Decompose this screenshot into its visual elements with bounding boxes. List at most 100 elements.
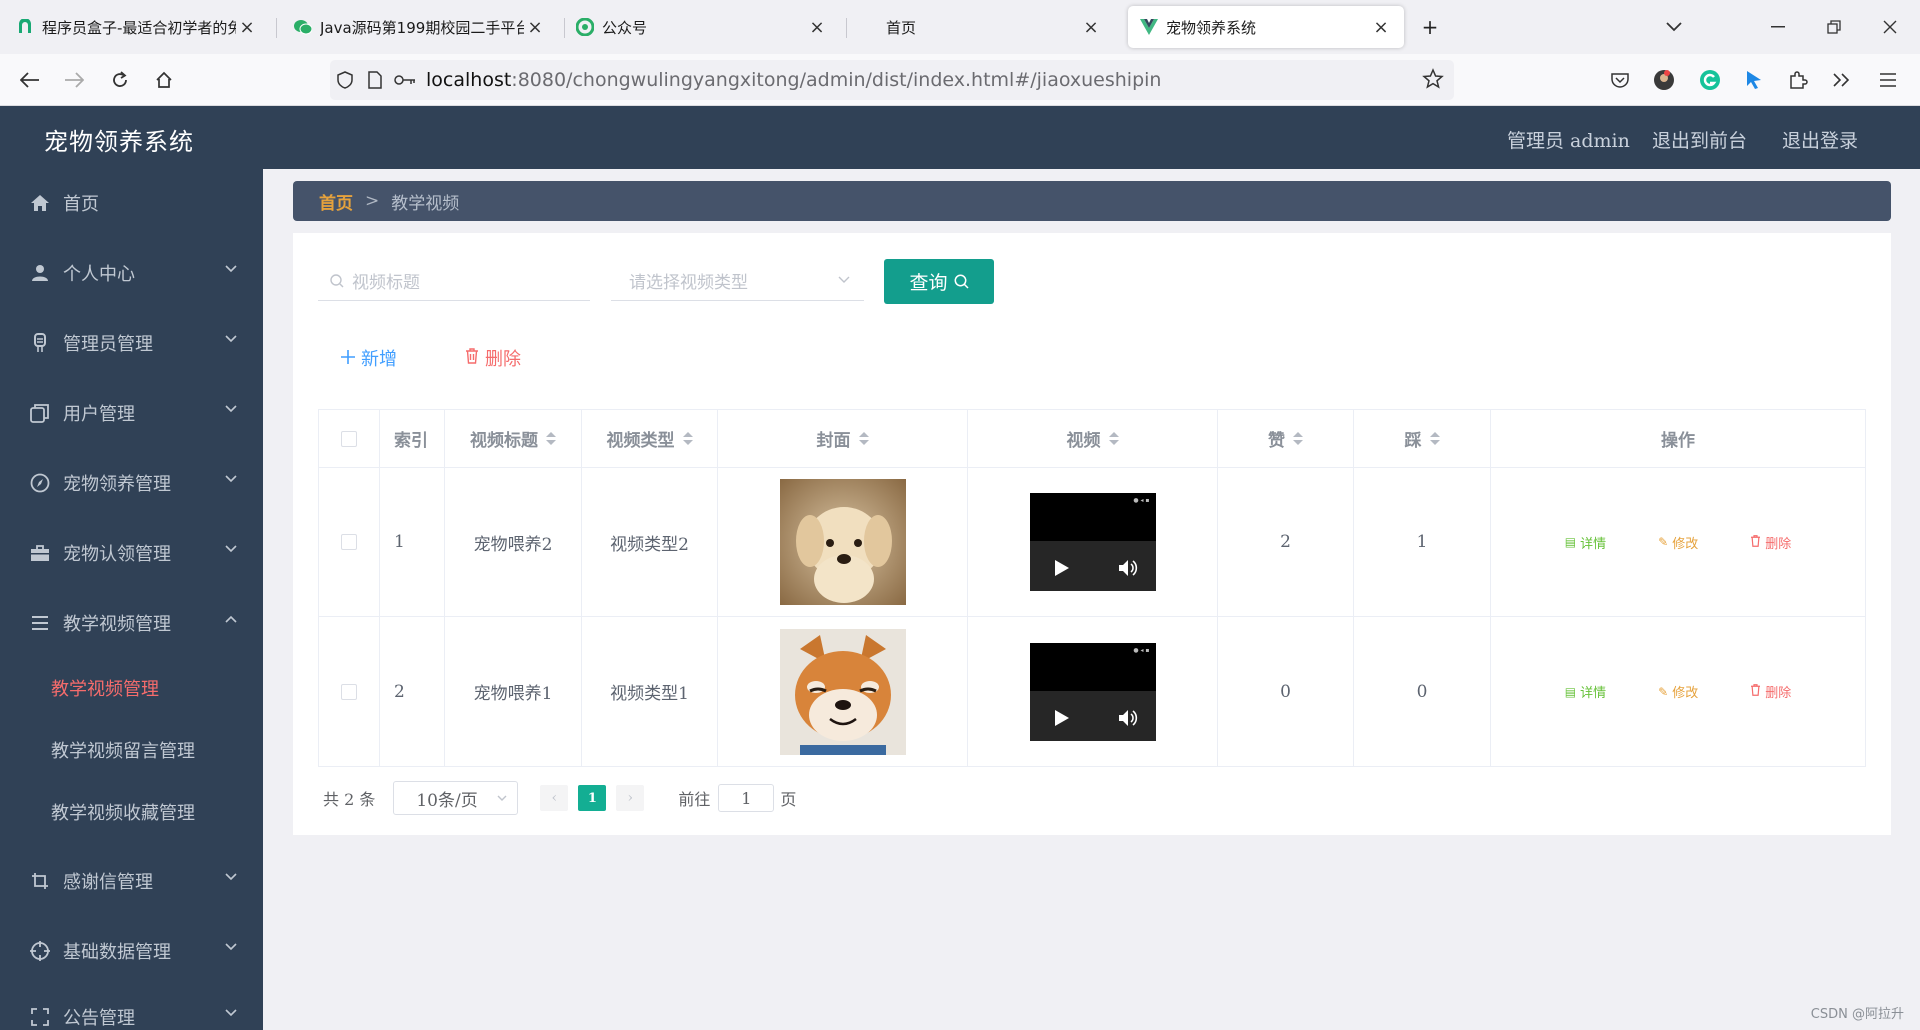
delete-button[interactable]: 删除 bbox=[1750, 533, 1791, 552]
sidebar-item-announcement[interactable]: 公告管理 bbox=[0, 989, 263, 1030]
row-checkbox[interactable] bbox=[341, 534, 357, 550]
mini-program-icon bbox=[576, 18, 594, 36]
volume-icon[interactable] bbox=[1118, 559, 1138, 577]
edit-button[interactable]: ✎ 修改 bbox=[1658, 682, 1699, 702]
url-text[interactable]: localhost:8080/chongwulingyangxitong/adm… bbox=[426, 69, 1161, 91]
volume-icon[interactable] bbox=[1118, 709, 1138, 727]
goto-page-input[interactable]: 1 bbox=[718, 784, 775, 812]
home-icon[interactable] bbox=[146, 62, 182, 98]
sidebar-item-base-data[interactable]: 基础数据管理 bbox=[0, 923, 263, 979]
chevron-down-icon bbox=[225, 873, 237, 881]
back-arrow-icon[interactable] bbox=[12, 62, 48, 98]
page-size-select[interactable]: 10条/页 bbox=[393, 781, 519, 815]
sort-icon[interactable] bbox=[1429, 432, 1440, 445]
restore-button[interactable] bbox=[1814, 10, 1854, 44]
url-bar[interactable]: localhost:8080/chongwulingyangxitong/adm… bbox=[330, 60, 1454, 100]
col-dislike[interactable]: 踩 bbox=[1354, 410, 1491, 467]
cursor-extension-icon[interactable] bbox=[1736, 62, 1772, 98]
col-type[interactable]: 视频类型 bbox=[582, 410, 718, 467]
row-select-cell bbox=[319, 617, 380, 766]
browser-tab-active[interactable]: 宠物领养系统 × bbox=[1128, 6, 1404, 48]
overflow-chevron-icon[interactable] bbox=[1824, 62, 1860, 98]
select-all-checkbox[interactable] bbox=[341, 430, 357, 447]
detail-button[interactable]: ▤ 详情 bbox=[1565, 682, 1606, 702]
col-cover[interactable]: 封面 bbox=[718, 410, 968, 467]
video-status-icon: ● ◂ ▪ bbox=[1133, 646, 1150, 654]
sidebar-subitem-video-comments[interactable]: 教学视频留言管理 bbox=[0, 725, 263, 775]
browser-tab[interactable]: 公众号 × bbox=[564, 6, 840, 48]
edit-label: 修改 bbox=[1672, 686, 1699, 701]
page-icon[interactable] bbox=[360, 60, 390, 100]
play-icon[interactable] bbox=[1054, 559, 1070, 577]
browser-tab[interactable]: Java源码第199期校园二手平台 × bbox=[282, 6, 558, 48]
sidebar-item-home[interactable]: 首页 bbox=[0, 175, 263, 231]
sidebar-item-admin-manage[interactable]: 管理员管理 bbox=[0, 315, 263, 371]
sidebar-item-pet-claim[interactable]: 宠物认领管理 bbox=[0, 525, 263, 581]
grammarly-icon[interactable] bbox=[1692, 62, 1728, 98]
app-header: 宠物领养系统 管理员 admin 退出到前台 退出登录 bbox=[0, 106, 1920, 169]
close-icon[interactable]: × bbox=[236, 17, 258, 38]
col-title[interactable]: 视频标题 bbox=[445, 410, 582, 467]
sidebar-item-user-manage[interactable]: 用户管理 bbox=[0, 385, 263, 441]
minimize-button[interactable] bbox=[1758, 10, 1798, 44]
batch-delete-button[interactable]: 删除 bbox=[465, 345, 521, 371]
puppy-cover-image[interactable] bbox=[779, 479, 906, 605]
page-number-current[interactable]: 1 bbox=[578, 785, 607, 811]
video-type-select[interactable]: 请选择视频类型 bbox=[611, 261, 864, 301]
sort-icon[interactable] bbox=[1293, 432, 1303, 445]
trash-icon bbox=[465, 347, 479, 369]
logout-link[interactable]: 退出登录 bbox=[1782, 126, 1858, 153]
close-icon[interactable]: × bbox=[524, 17, 546, 38]
video-title-search-input[interactable]: 视频标题 bbox=[318, 261, 590, 301]
col-video[interactable]: 视频 bbox=[968, 410, 1218, 467]
forward-arrow-icon[interactable] bbox=[56, 62, 92, 98]
video-player[interactable]: ● ◂ ▪ bbox=[1029, 642, 1156, 741]
sidebar-item-teaching-video[interactable]: 教学视频管理 bbox=[0, 595, 263, 651]
browser-tab[interactable]: 首页 × bbox=[848, 6, 1114, 48]
cell-index: 2 bbox=[380, 617, 445, 766]
trash-icon bbox=[1750, 684, 1761, 699]
close-window-button[interactable] bbox=[1870, 10, 1910, 44]
extension-avatar-icon[interactable] bbox=[1646, 62, 1682, 98]
sort-icon[interactable] bbox=[1108, 432, 1119, 445]
close-icon[interactable]: × bbox=[1080, 17, 1102, 38]
shiba-cover-image[interactable] bbox=[779, 628, 906, 755]
exit-to-front-link[interactable]: 退出到前台 bbox=[1652, 126, 1747, 153]
reload-icon[interactable] bbox=[102, 62, 138, 98]
prev-page-button[interactable]: ‹ bbox=[540, 785, 569, 811]
play-icon[interactable] bbox=[1054, 709, 1070, 727]
col-like[interactable]: 赞 bbox=[1218, 410, 1354, 467]
browser-tab[interactable]: 程序员盒子-最适合初学者的免费 × bbox=[4, 6, 270, 48]
query-button[interactable]: 查询 bbox=[884, 259, 994, 304]
key-icon[interactable] bbox=[390, 60, 420, 100]
bookmark-star-icon[interactable] bbox=[1422, 68, 1444, 94]
close-icon[interactable]: × bbox=[1370, 17, 1392, 38]
edit-button[interactable]: ✎ 修改 bbox=[1658, 533, 1698, 552]
sidebar-item-thank-letter[interactable]: 感谢信管理 bbox=[0, 853, 263, 909]
sidebar-item-personal-center[interactable]: 个人中心 bbox=[0, 245, 263, 301]
extensions-puzzle-icon[interactable] bbox=[1780, 62, 1816, 98]
detail-button[interactable]: ▤ 详情 bbox=[1565, 533, 1606, 552]
breadcrumb-separator: > bbox=[365, 191, 380, 211]
delete-button[interactable]: 删除 bbox=[1750, 682, 1791, 701]
close-icon[interactable]: × bbox=[806, 17, 828, 38]
sort-icon[interactable] bbox=[682, 432, 693, 445]
sort-icon[interactable] bbox=[858, 432, 869, 445]
select-placeholder: 请选择视频类型 bbox=[629, 273, 748, 293]
pocket-icon[interactable] bbox=[1602, 62, 1638, 98]
tab-list-chevron-icon[interactable] bbox=[1654, 10, 1694, 44]
sidebar-subitem-video-favorites[interactable]: 教学视频收藏管理 bbox=[0, 787, 263, 837]
hamburger-menu-icon[interactable] bbox=[1870, 62, 1906, 98]
video-player[interactable]: ● ◂ ▪ bbox=[1029, 493, 1156, 591]
sidebar-item-pet-adoption[interactable]: 宠物领养管理 bbox=[0, 455, 263, 511]
shield-icon[interactable] bbox=[330, 60, 360, 100]
table-row: 1 宠物喂养2 视频类型2 ● ◂ ▪ 2 1 ▤ 详情 ✎ 修改 删除 bbox=[319, 468, 1865, 617]
row-checkbox[interactable] bbox=[341, 683, 357, 700]
sort-icon[interactable] bbox=[546, 432, 556, 445]
add-button[interactable]: 新增 bbox=[341, 345, 397, 371]
next-page-button[interactable]: › bbox=[616, 785, 645, 811]
breadcrumb-home[interactable]: 首页 bbox=[319, 189, 353, 214]
delete-label: 删除 bbox=[1765, 686, 1792, 701]
new-tab-button[interactable]: + bbox=[1410, 10, 1450, 44]
sidebar-subitem-teaching-video[interactable]: 教学视频管理 bbox=[0, 663, 263, 713]
